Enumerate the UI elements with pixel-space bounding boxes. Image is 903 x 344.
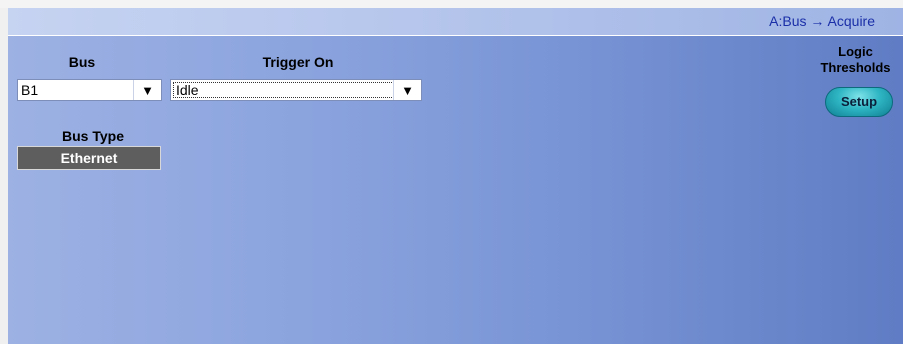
panel-title: A:Bus → Acquire: [769, 13, 875, 29]
trigger-on-label: Trigger On: [262, 54, 334, 70]
trigger-on-select[interactable]: Idle ▼: [170, 79, 422, 101]
bus-acquire-panel: A:Bus → Acquire Bus B1 ▼ Trigger On Idle…: [8, 8, 903, 344]
logic-thresholds-label: Logic Thresholds: [808, 44, 903, 76]
trigger-on-dropdown-arrow-icon[interactable]: ▼: [393, 80, 421, 100]
bus-dropdown-arrow-icon[interactable]: ▼: [133, 80, 161, 100]
bus-select-value: B1: [21, 82, 39, 98]
logic-thresholds-label-line2: Thresholds: [820, 60, 891, 75]
bus-label: Bus: [68, 54, 96, 70]
panel-title-bar: A:Bus → Acquire: [8, 8, 903, 36]
logic-thresholds-label-line1: Logic: [838, 44, 873, 59]
bus-type-button[interactable]: Ethernet: [17, 146, 161, 170]
bus-type-label: Bus Type: [62, 128, 124, 144]
top-border: [0, 0, 903, 8]
bus-select[interactable]: B1 ▼: [17, 79, 162, 101]
logic-thresholds-setup-button[interactable]: Setup: [825, 87, 893, 117]
left-border: [0, 8, 8, 344]
trigger-on-focus-outline: [173, 82, 394, 98]
trigger-on-select-value: Idle: [176, 82, 199, 98]
